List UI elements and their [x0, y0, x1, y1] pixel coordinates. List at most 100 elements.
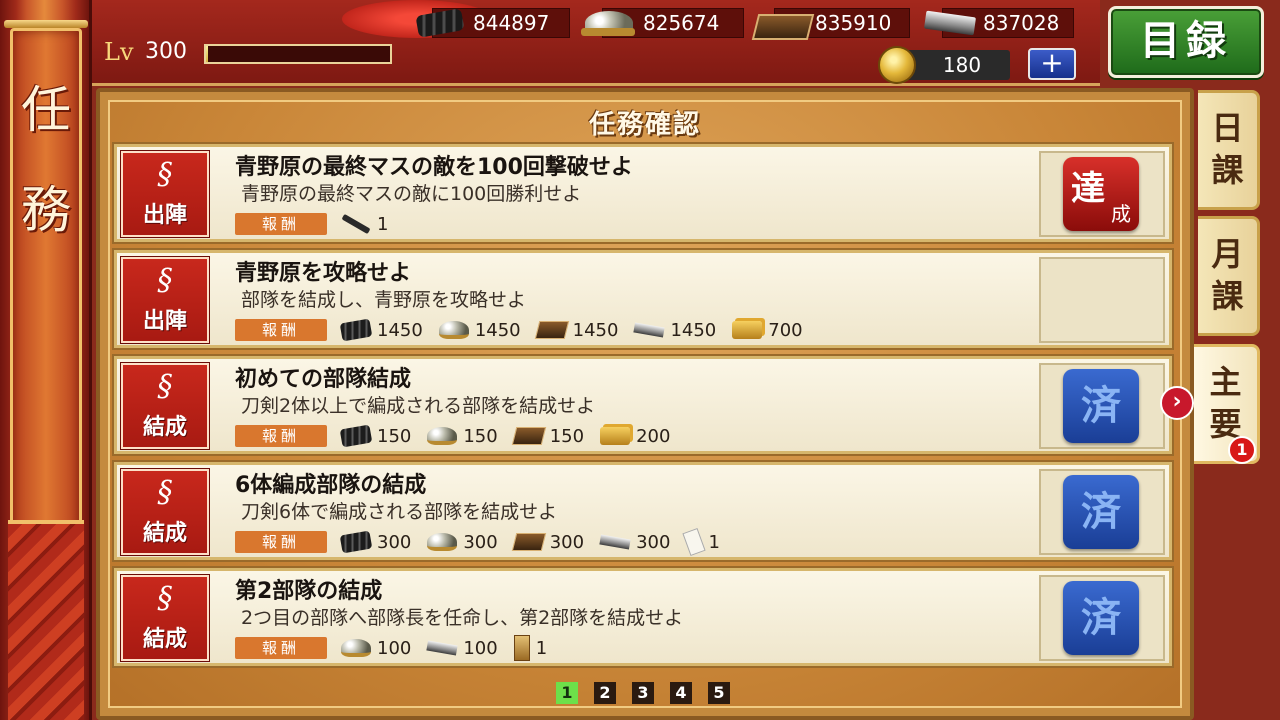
- reward-amount: 1450: [474, 319, 521, 341]
- brush-mark-icon: §: [157, 157, 173, 192]
- reward-label: 報酬: [235, 425, 327, 447]
- reward-item: 200: [600, 426, 670, 447]
- quest-row[interactable]: § 結成 第2部隊の結成 2つ目の部隊へ部隊長を任命し、第2部隊を結成せよ報酬 100 1…: [114, 568, 1172, 666]
- quest-row[interactable]: § 出陣 青野原の最終マスの敵を100回撃破せよ 青野原の最終マスの敵に100回勝利せ…: [114, 144, 1172, 242]
- reward-item: 1450: [633, 320, 716, 341]
- chevron-right-icon[interactable]: ›: [1160, 386, 1194, 420]
- plate-icon: [513, 635, 530, 661]
- page-button[interactable]: 5: [708, 682, 730, 704]
- page-button[interactable]: 2: [594, 682, 616, 704]
- sword-icon: [341, 213, 371, 235]
- quest-rewards: 報酬 300 300 300 300 1: [235, 527, 736, 557]
- quest-rewards: 報酬 150 150 150 200: [235, 423, 686, 449]
- reward-item: 300: [511, 532, 584, 553]
- quest-rewards: 報酬 100 100 1: [235, 635, 563, 661]
- brush-mark-icon: §: [157, 263, 173, 298]
- quest-row[interactable]: § 結成 初めての部隊結成刀剣2体以上で編成される部隊を結成せよ報酬 150 150 15…: [114, 356, 1172, 454]
- koban-coin-icon: [878, 46, 916, 84]
- reward-item: 150: [511, 426, 584, 447]
- whetstone-icon: [426, 640, 458, 656]
- reward-amount: 300: [377, 531, 412, 553]
- reward-item: 1450: [534, 319, 619, 341]
- completed-stamp: 済: [1063, 369, 1139, 443]
- page-button[interactable]: 1: [556, 682, 578, 704]
- status-char-1: 達: [1071, 169, 1105, 209]
- quest-description: 刀剣6体で編成される部隊を結成せよ: [241, 501, 558, 523]
- reward-item: 1450: [339, 318, 423, 342]
- charcoal-icon: [339, 530, 373, 554]
- quest-title: 青野原を攻略せよ: [235, 261, 412, 286]
- coolant-value: 835910: [815, 11, 892, 35]
- tab-daily[interactable]: 日 課: [1198, 90, 1260, 210]
- reward-amount: 300: [636, 531, 671, 553]
- completed-stamp: 済: [1063, 475, 1139, 549]
- claim-reward-button[interactable]: 達成: [1063, 157, 1139, 231]
- level-value: 300: [145, 39, 187, 64]
- side-tabs: 日 課 月 課 主 要: [1194, 88, 1280, 720]
- tab-main-char-1: 主: [1209, 363, 1242, 401]
- quest-title: 初めての部隊結成: [235, 367, 412, 392]
- koban-value: 180: [902, 50, 1010, 80]
- tag-icon: [682, 527, 707, 557]
- catalog-button[interactable]: 目録: [1108, 6, 1264, 78]
- quest-category-badge: § 出陣: [121, 257, 209, 343]
- pillar-cap-top: [4, 20, 88, 28]
- coolant-icon: [511, 533, 546, 551]
- quest-row[interactable]: § 出陣 青野原を攻略せよ 部隊を結成し、青野原を攻略せよ 報酬 1450 1450 1450…: [114, 250, 1172, 348]
- reward-amount: 1450: [377, 319, 423, 341]
- tab-monthly-char-2: 課: [1211, 277, 1244, 315]
- quest-row[interactable]: § 結成 6体編成部隊の結成 刀剣6体で編成される部隊を結成せよ 報酬 300 300 300…: [114, 462, 1172, 560]
- page-button[interactable]: 3: [632, 682, 654, 704]
- reward-label: 報酬: [235, 637, 327, 659]
- reward-amount: 1: [377, 213, 389, 235]
- whetstone-icon: [633, 322, 666, 338]
- quest-status-slot: 済: [1039, 363, 1165, 449]
- reward-amount: 150: [377, 425, 412, 447]
- buy-koban-button[interactable]: +: [1028, 48, 1076, 80]
- quest-status-slot[interactable]: 達成: [1039, 151, 1165, 237]
- reward-amount: 100: [377, 637, 412, 659]
- reward-amount: 150: [463, 425, 498, 447]
- reward-amount: 200: [636, 425, 671, 447]
- quest-category-badge: § 出陣: [121, 151, 209, 237]
- coolant-icon: [511, 427, 546, 445]
- tab-monthly[interactable]: 月 課: [1198, 216, 1260, 336]
- reward-item: 300: [339, 530, 412, 554]
- level-label: Lv: [104, 38, 134, 66]
- panel-title: 任務確認: [588, 110, 701, 140]
- page-button[interactable]: 4: [670, 682, 692, 704]
- rope-decoration: [8, 520, 84, 720]
- quest-rewards: 報酬 1: [235, 211, 404, 237]
- exp-bar: [204, 44, 392, 64]
- charcoal-icon: [411, 8, 465, 38]
- quest-category-badge: § 結成: [121, 575, 209, 661]
- reward-item: 300: [599, 531, 671, 553]
- quest-category: 結成: [142, 520, 187, 546]
- steel-value: 825674: [643, 11, 720, 35]
- notification-badge: 1: [1228, 436, 1256, 464]
- quest-status-slot: 済: [1039, 469, 1165, 555]
- quest-rewards: 報酬 1450 1450 1450 1450 700: [235, 317, 819, 343]
- brush-mark-icon: §: [157, 475, 173, 510]
- reward-label: 報酬: [235, 319, 327, 341]
- quest-description: 2つ目の部隊へ部隊長を任命し、第2部隊を結成せよ: [241, 607, 684, 629]
- brush-mark-icon: §: [157, 369, 173, 404]
- quest-category: 出陣: [142, 308, 187, 334]
- koban-icon: [600, 427, 631, 445]
- pagination: 12345: [556, 682, 746, 704]
- steel-icon: [581, 8, 635, 38]
- reward-label: 報酬: [235, 213, 327, 235]
- quest-description: 刀剣2体以上で編成される部隊を結成せよ: [241, 395, 596, 417]
- quest-title: 第2部隊の結成: [235, 579, 383, 604]
- whetstone-icon: [599, 534, 631, 550]
- reward-amount: 1450: [572, 319, 619, 341]
- coolant-icon: [534, 321, 569, 339]
- reward-item: 100: [341, 638, 411, 659]
- reward-amount: 1: [535, 637, 548, 659]
- completed-stamp: 済: [1063, 581, 1139, 655]
- quest-category: 結成: [142, 414, 187, 440]
- screen-title: 任 務: [10, 60, 82, 260]
- steel-icon: [427, 533, 458, 551]
- steel-icon: [341, 639, 371, 657]
- quest-status-slot: 済: [1039, 575, 1165, 661]
